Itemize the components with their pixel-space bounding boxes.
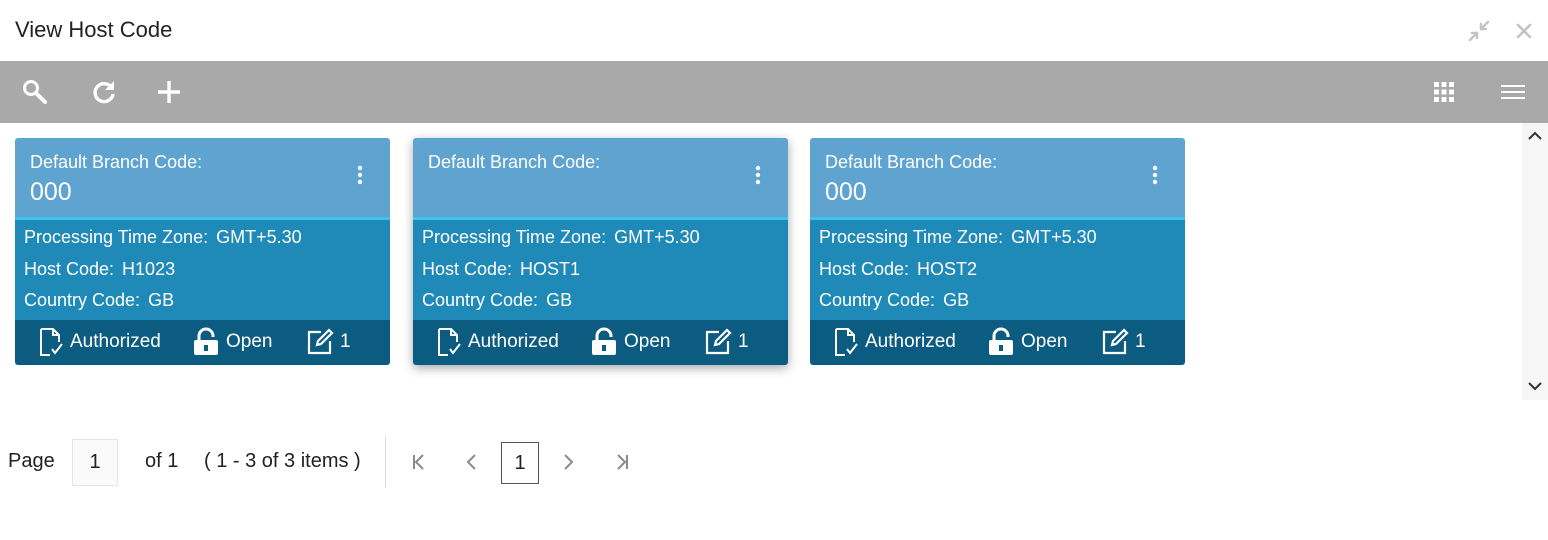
list-view-icon[interactable] bbox=[1496, 75, 1530, 109]
lock-label: Open bbox=[226, 331, 273, 352]
country-code-value: GB bbox=[546, 290, 573, 310]
time-zone-value: GMT+5.30 bbox=[1011, 227, 1097, 247]
country-code-value: GB bbox=[148, 290, 175, 310]
card-footer: Authorized Open 1 bbox=[413, 320, 788, 365]
country-code-value: GB bbox=[943, 290, 970, 310]
card-header: Default Branch Code: 000 bbox=[15, 138, 390, 217]
current-page-button[interactable]: 1 bbox=[501, 442, 539, 484]
country-code-label: Country Code: bbox=[819, 290, 936, 310]
title-bar: View Host Code bbox=[0, 0, 1548, 61]
authorized-status[interactable]: Authorized bbox=[38, 327, 161, 357]
host-code-row: Host Code: H1023 bbox=[24, 259, 175, 280]
collapse-arrows-icon[interactable] bbox=[1466, 18, 1492, 44]
modification-count[interactable]: 1 bbox=[1101, 327, 1146, 357]
page-number-input[interactable] bbox=[72, 439, 118, 486]
edit-icon bbox=[1102, 328, 1129, 355]
authorized-status[interactable]: Authorized bbox=[436, 327, 559, 357]
time-zone-label: Processing Time Zone: bbox=[422, 227, 607, 247]
search-icon[interactable] bbox=[18, 75, 52, 109]
time-zone-value: GMT+5.30 bbox=[216, 227, 302, 247]
time-zone-row: Processing Time Zone: GMT+5.30 bbox=[24, 227, 302, 248]
host-code-card[interactable]: Default Branch Code: 000 Processing Time… bbox=[810, 138, 1185, 365]
items-range-label: ( 1 - 3 of 3 items ) bbox=[204, 450, 361, 472]
kebab-menu-icon[interactable] bbox=[1145, 164, 1165, 186]
previous-page-icon[interactable] bbox=[460, 450, 484, 474]
unlock-icon bbox=[194, 327, 218, 355]
host-code-value: HOST1 bbox=[520, 259, 581, 279]
country-code-row: Country Code: GB bbox=[819, 290, 969, 311]
host-code-label: Host Code: bbox=[819, 259, 910, 279]
branch-code-label: Default Branch Code: bbox=[428, 152, 601, 172]
card-header: Default Branch Code: bbox=[413, 138, 788, 217]
kebab-menu-icon[interactable] bbox=[350, 164, 370, 186]
authorized-status[interactable]: Authorized bbox=[833, 327, 956, 357]
authorized-label: Authorized bbox=[468, 331, 559, 352]
kebab-menu-icon[interactable] bbox=[748, 164, 768, 186]
authorized-label: Authorized bbox=[70, 331, 161, 352]
modification-count[interactable]: 1 bbox=[306, 327, 351, 357]
host-code-label: Host Code: bbox=[422, 259, 513, 279]
toolbar bbox=[0, 61, 1548, 123]
edit-count: 1 bbox=[1135, 331, 1146, 352]
page-title: View Host Code bbox=[15, 17, 173, 42]
lock-status[interactable]: Open bbox=[192, 327, 272, 357]
country-code-row: Country Code: GB bbox=[422, 290, 572, 311]
unlock-icon bbox=[592, 327, 616, 355]
scroll-up-icon[interactable] bbox=[1526, 127, 1544, 145]
host-code-value: HOST2 bbox=[917, 259, 978, 279]
time-zone-row: Processing Time Zone: GMT+5.30 bbox=[819, 227, 1097, 248]
vertical-scrollbar[interactable] bbox=[1522, 123, 1548, 400]
card-footer: Authorized Open 1 bbox=[15, 320, 390, 365]
authorized-document-icon bbox=[835, 328, 858, 356]
plus-icon[interactable] bbox=[152, 75, 186, 109]
branch-code-label: Default Branch Code: bbox=[30, 152, 203, 172]
branch-code-value: 000 bbox=[30, 178, 72, 206]
time-zone-value: GMT+5.30 bbox=[614, 227, 700, 247]
edit-icon bbox=[705, 328, 732, 355]
branch-code-label: Default Branch Code: bbox=[825, 152, 998, 172]
first-page-icon[interactable] bbox=[406, 450, 430, 474]
lock-status[interactable]: Open bbox=[590, 327, 670, 357]
scroll-down-icon[interactable] bbox=[1526, 377, 1544, 395]
card-header: Default Branch Code: 000 bbox=[810, 138, 1185, 217]
last-page-icon[interactable] bbox=[611, 450, 635, 474]
lock-status[interactable]: Open bbox=[987, 327, 1067, 357]
card-footer: Authorized Open 1 bbox=[810, 320, 1185, 365]
host-code-card[interactable]: Default Branch Code: Processing Time Zon… bbox=[413, 138, 788, 365]
edit-count: 1 bbox=[738, 331, 749, 352]
lock-label: Open bbox=[624, 331, 671, 352]
host-code-value: H1023 bbox=[122, 259, 176, 279]
host-code-row: Host Code: HOST1 bbox=[422, 259, 580, 280]
page-label: Page bbox=[8, 450, 55, 472]
country-code-label: Country Code: bbox=[24, 290, 141, 310]
country-code-label: Country Code: bbox=[422, 290, 539, 310]
host-code-label: Host Code: bbox=[24, 259, 115, 279]
next-page-icon[interactable] bbox=[556, 450, 580, 474]
time-zone-row: Processing Time Zone: GMT+5.30 bbox=[422, 227, 700, 248]
edit-count: 1 bbox=[340, 331, 351, 352]
cards-container: Default Branch Code: 000 Processing Time… bbox=[0, 123, 1522, 400]
close-icon[interactable] bbox=[1511, 18, 1537, 44]
pagination-divider bbox=[385, 436, 386, 488]
pagination: Page of 1 ( 1 - 3 of 3 items ) 1 bbox=[0, 436, 700, 488]
lock-label: Open bbox=[1021, 331, 1068, 352]
modification-count[interactable]: 1 bbox=[704, 327, 749, 357]
branch-code-value: 000 bbox=[825, 178, 867, 206]
unlock-icon bbox=[989, 327, 1013, 355]
authorized-document-icon bbox=[40, 328, 63, 356]
grid-view-icon[interactable] bbox=[1427, 75, 1461, 109]
country-code-row: Country Code: GB bbox=[24, 290, 174, 311]
time-zone-label: Processing Time Zone: bbox=[819, 227, 1004, 247]
time-zone-label: Processing Time Zone: bbox=[24, 227, 209, 247]
authorized-document-icon bbox=[438, 328, 461, 356]
host-code-card[interactable]: Default Branch Code: 000 Processing Time… bbox=[15, 138, 390, 365]
card-body: Processing Time Zone: GMT+5.30 Host Code:… bbox=[810, 220, 1185, 320]
edit-icon bbox=[307, 328, 334, 355]
refresh-icon[interactable] bbox=[87, 75, 121, 109]
card-body: Processing Time Zone: GMT+5.30 Host Code:… bbox=[413, 220, 788, 320]
authorized-label: Authorized bbox=[865, 331, 956, 352]
page-of-label: of 1 bbox=[145, 450, 179, 472]
host-code-row: Host Code: HOST2 bbox=[819, 259, 977, 280]
card-body: Processing Time Zone: GMT+5.30 Host Code:… bbox=[15, 220, 390, 320]
